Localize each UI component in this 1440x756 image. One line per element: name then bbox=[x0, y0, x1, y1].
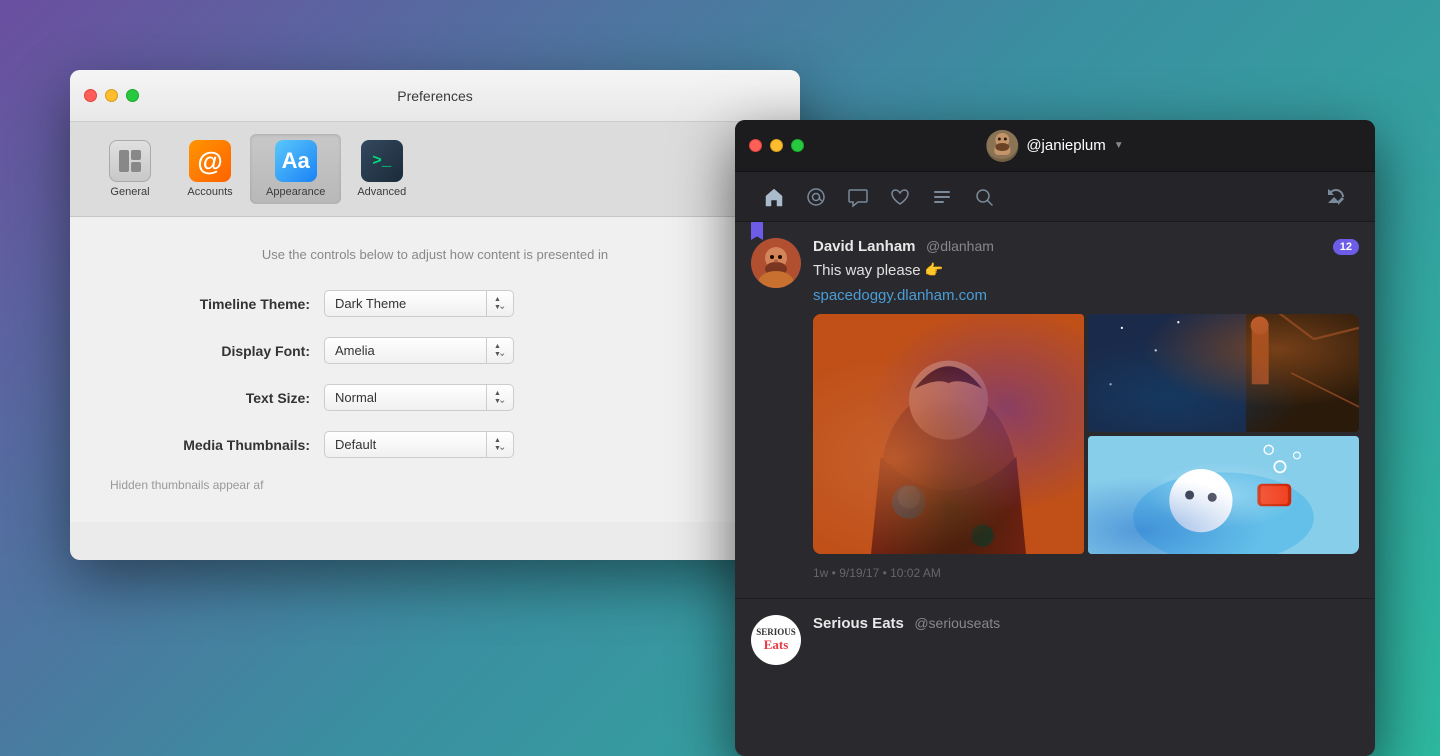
user-section[interactable]: @janieplum ▼ bbox=[986, 130, 1123, 162]
advanced-label: Advanced bbox=[357, 186, 406, 198]
timeline-theme-row: Timeline Theme: Default Dark Theme Light… bbox=[110, 290, 760, 317]
tweet-item: SERIOUS Eats Serious Eats @seriouseats bbox=[735, 599, 1375, 681]
user-avatar bbox=[986, 130, 1018, 162]
media-thumbnails-row: Media Thumbnails: Default Hidden Large ▲… bbox=[110, 431, 760, 458]
tweet-header: David Lanham @dlanham 12 bbox=[813, 238, 1359, 256]
tweet-link[interactable]: spacedoggy.dlanham.com bbox=[813, 287, 1359, 304]
general-label: General bbox=[110, 186, 149, 198]
display-font-row: Display Font: Amelia System Default ▲ ▼ bbox=[110, 337, 760, 364]
tweet-text: This way please 👉 bbox=[813, 260, 1359, 281]
accounts-icon: @ bbox=[189, 140, 231, 182]
serious-eats-main: Eats bbox=[764, 638, 789, 652]
text-size-label: Text Size: bbox=[110, 390, 310, 406]
toolbar-item-general[interactable]: General bbox=[90, 134, 170, 204]
tweet-content: David Lanham @dlanham 12 This way please… bbox=[813, 238, 1359, 582]
tweetbot-maximize-button[interactable] bbox=[791, 139, 804, 152]
text-size-select-wrapper: Small Normal Large Huge ▲ ▼ bbox=[324, 384, 514, 411]
timeline-theme-select-wrapper: Default Dark Theme Light Theme ▲ ▼ bbox=[324, 290, 514, 317]
nav-mentions-icon[interactable] bbox=[797, 178, 835, 216]
toolbar-item-advanced[interactable]: >_ Advanced bbox=[341, 134, 422, 204]
avatar-image bbox=[986, 130, 1018, 162]
tweet-item: David Lanham @dlanham 12 This way please… bbox=[735, 222, 1375, 599]
toolbar-item-appearance[interactable]: Aa Appearance bbox=[250, 134, 341, 204]
appearance-label: Appearance bbox=[266, 186, 325, 198]
timeline-theme-select[interactable]: Default Dark Theme Light Theme bbox=[324, 290, 514, 317]
nav-lists-icon[interactable] bbox=[923, 178, 961, 216]
general-icon bbox=[109, 140, 151, 182]
preferences-window: Preferences General @ Accounts Aa bbox=[70, 70, 800, 560]
tweetbot-window: @janieplum ▼ bbox=[735, 120, 1375, 756]
accounts-label: Accounts bbox=[187, 186, 232, 198]
timeline-theme-label: Timeline Theme: bbox=[110, 296, 310, 312]
tweet-image-small-2[interactable] bbox=[1088, 436, 1359, 554]
display-font-select-wrapper: Amelia System Default ▲ ▼ bbox=[324, 337, 514, 364]
tweet-content: Serious Eats @seriouseats bbox=[813, 615, 1359, 665]
tweet-images bbox=[813, 314, 1359, 554]
maximize-button[interactable] bbox=[126, 89, 139, 102]
toolbar-item-accounts[interactable]: @ Accounts bbox=[170, 134, 250, 204]
media-thumbnails-select[interactable]: Default Hidden Large bbox=[324, 431, 514, 458]
preferences-toolbar: General @ Accounts Aa Appearance >_ Adva… bbox=[70, 122, 800, 217]
dropdown-arrow-icon: ▼ bbox=[1114, 140, 1124, 151]
nav-search-icon[interactable] bbox=[965, 178, 1003, 216]
text-size-row: Text Size: Small Normal Large Huge ▲ ▼ bbox=[110, 384, 760, 411]
tweet-timestamp: 1w • 9/19/17 • 10:02 AM bbox=[813, 566, 941, 580]
text-size-select[interactable]: Small Normal Large Huge bbox=[324, 384, 514, 411]
tweet-user-handle: @dlanham bbox=[926, 238, 994, 254]
display-font-label: Display Font: bbox=[110, 343, 310, 359]
minimize-button[interactable] bbox=[105, 89, 118, 102]
prefs-description: Use the controls below to adjust how con… bbox=[110, 247, 760, 262]
media-thumbnails-select-wrapper: Default Hidden Large ▲ ▼ bbox=[324, 431, 514, 458]
tweet-avatar[interactable]: SERIOUS Eats bbox=[751, 615, 801, 665]
tweetbot-window-controls bbox=[749, 139, 804, 152]
nav-messages-icon[interactable] bbox=[839, 178, 877, 216]
tweet-user-handle: @seriouseats bbox=[914, 615, 1000, 631]
nav-icons-left bbox=[755, 178, 1003, 216]
display-font-select[interactable]: Amelia System Default bbox=[324, 337, 514, 364]
nav-home-icon[interactable] bbox=[755, 178, 793, 216]
window-title: Preferences bbox=[397, 88, 472, 104]
tweetbot-minimize-button[interactable] bbox=[770, 139, 783, 152]
tweet-feed: David Lanham @dlanham 12 This way please… bbox=[735, 222, 1375, 681]
nav-likes-icon[interactable] bbox=[881, 178, 919, 216]
username-label: @janieplum bbox=[1026, 137, 1105, 154]
media-thumbnails-label: Media Thumbnails: bbox=[110, 437, 310, 453]
tweet-badge: 12 bbox=[1333, 239, 1359, 255]
preferences-content: Use the controls below to adjust how con… bbox=[70, 217, 800, 522]
tweetbot-close-button[interactable] bbox=[749, 139, 762, 152]
bookmark-indicator bbox=[751, 222, 763, 240]
tweetbot-title-bar: @janieplum ▼ bbox=[735, 120, 1375, 172]
tweetbot-navbar bbox=[735, 172, 1375, 222]
tweet-image-large[interactable] bbox=[813, 314, 1084, 554]
window-controls bbox=[84, 89, 139, 102]
close-button[interactable] bbox=[84, 89, 97, 102]
tweet-header: Serious Eats @seriouseats bbox=[813, 615, 1359, 633]
tweet-avatar[interactable] bbox=[751, 238, 801, 288]
tweet-user-name: David Lanham bbox=[813, 238, 916, 255]
tweet-user-name: Serious Eats bbox=[813, 615, 904, 632]
preferences-title-bar: Preferences bbox=[70, 70, 800, 122]
tweet-image-small-1[interactable] bbox=[1088, 314, 1359, 432]
nav-activity-icon[interactable] bbox=[1317, 178, 1355, 216]
media-hint: Hidden thumbnails appear af bbox=[110, 478, 760, 492]
advanced-icon: >_ bbox=[361, 140, 403, 182]
appearance-icon: Aa bbox=[275, 140, 317, 182]
